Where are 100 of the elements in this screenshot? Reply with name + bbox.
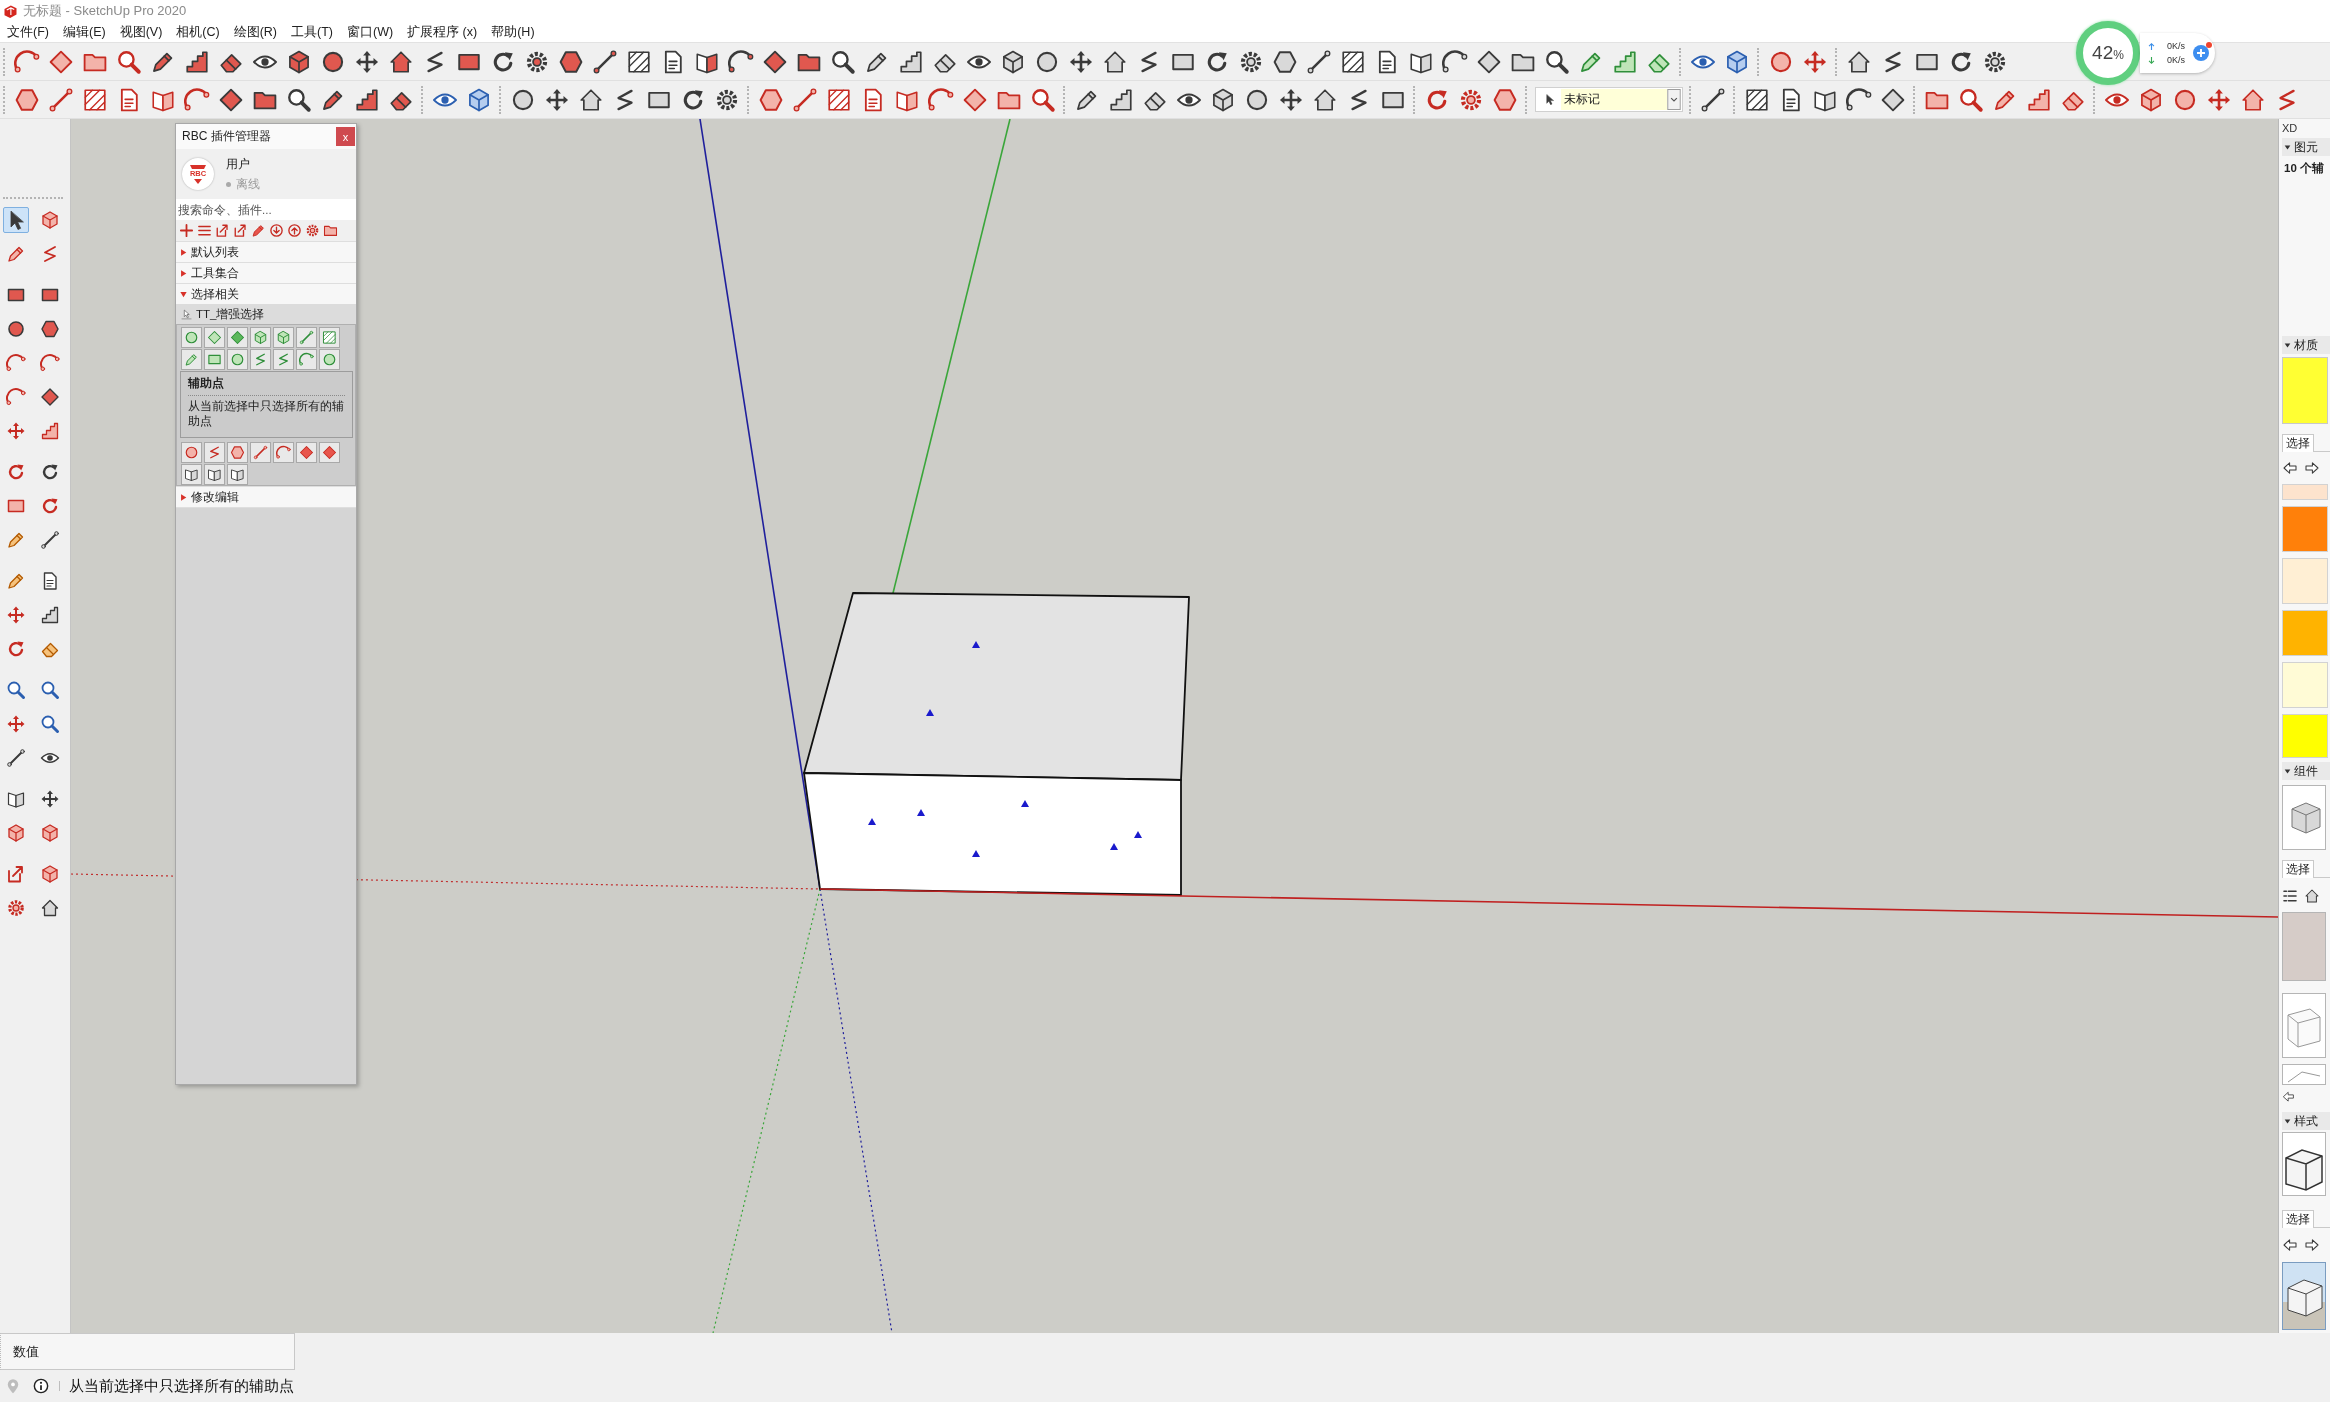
book-icon[interactable]	[204, 464, 225, 485]
right-arrow-icon[interactable]	[2304, 460, 2320, 476]
cube-icon[interactable]	[1210, 86, 1236, 113]
arc-icon[interactable]	[1442, 48, 1468, 75]
line-icon[interactable]	[592, 48, 618, 75]
diamond-icon[interactable]	[218, 86, 244, 113]
tray-section-header[interactable]: 图元	[2282, 138, 2330, 156]
arc-icon[interactable]	[14, 48, 40, 75]
tray-section-header[interactable]: 材质	[2282, 336, 2330, 354]
cube-icon[interactable]	[1000, 48, 1026, 75]
tab[interactable]: 选择	[2282, 1210, 2314, 1228]
box-arrow-icon[interactable]	[215, 223, 230, 238]
category-row[interactable]: 修改编辑	[176, 486, 356, 507]
right-arrow-icon[interactable]	[2304, 1237, 2320, 1253]
box-arrow-icon[interactable]	[233, 223, 248, 238]
stairs-icon[interactable]	[2026, 86, 2052, 113]
color-swatch[interactable]	[2282, 610, 2328, 656]
hatched-square-icon[interactable]	[826, 86, 852, 113]
color-swatch[interactable]	[2282, 662, 2328, 708]
list-icon[interactable]	[197, 223, 212, 238]
line-icon[interactable]	[792, 86, 818, 113]
hexagon-icon[interactable]	[758, 86, 784, 113]
pencil-icon[interactable]	[251, 223, 266, 238]
hexagon-icon[interactable]	[14, 86, 40, 113]
menu-item[interactable]: 窗口(W)	[340, 22, 401, 42]
download-icon[interactable]	[269, 223, 284, 238]
line-icon[interactable]	[1306, 48, 1332, 75]
arc-icon[interactable]	[1846, 86, 1872, 113]
folder-icon[interactable]	[323, 223, 338, 238]
hexagon-icon[interactable]	[1492, 86, 1518, 113]
gear-icon[interactable]	[305, 223, 320, 238]
tag-dropdown[interactable]: 未标记	[1535, 87, 1683, 112]
menu-item[interactable]: 文件(F)	[0, 22, 56, 42]
left-arrow-icon[interactable]	[2282, 460, 2298, 476]
color-swatch[interactable]	[2282, 714, 2328, 758]
diamond-icon[interactable]	[319, 442, 340, 463]
menu-item[interactable]: 扩展程序 (x)	[400, 22, 485, 42]
diamond-icon[interactable]	[296, 442, 317, 463]
hatched-square-icon[interactable]	[1744, 86, 1770, 113]
line-icon[interactable]	[1700, 86, 1726, 113]
plugin-row[interactable]: TT_增强选择	[176, 304, 356, 324]
hatched-square-icon[interactable]	[626, 48, 652, 75]
left-arrow-icon[interactable]	[2282, 1089, 2295, 1103]
magnifier-icon[interactable]	[830, 48, 856, 75]
magnifier-icon[interactable]	[1544, 48, 1570, 75]
menu-item[interactable]: 绘图(R)	[226, 22, 285, 42]
stairs-icon[interactable]	[898, 48, 924, 75]
upload-icon[interactable]	[287, 223, 302, 238]
tray-section-header[interactable]: 组件	[2282, 762, 2330, 780]
close-button[interactable]: x	[336, 127, 355, 146]
diamond-icon[interactable]	[48, 48, 74, 75]
category-row[interactable]: 工具集合	[176, 262, 356, 283]
diamond-icon[interactable]	[1476, 48, 1502, 75]
zigzag-icon[interactable]	[204, 442, 225, 463]
menu-item[interactable]: 相机(C)	[169, 22, 227, 42]
stairs-icon[interactable]	[354, 86, 380, 113]
stairs-icon[interactable]	[184, 48, 210, 75]
color-swatch[interactable]	[2282, 558, 2328, 604]
diamond-icon[interactable]	[762, 48, 788, 75]
house-icon[interactable]	[2304, 888, 2320, 904]
tray-section-header[interactable]: 样式	[2282, 1112, 2330, 1130]
cube-icon[interactable]	[1724, 48, 1750, 75]
hatched-square-icon[interactable]	[1340, 48, 1366, 75]
search-field[interactable]: 搜索命令、插件...	[176, 199, 356, 220]
menu-item[interactable]: 帮助(H)	[484, 22, 542, 42]
menu-item[interactable]: 编辑(E)	[55, 22, 113, 42]
plus-icon[interactable]	[179, 223, 194, 238]
tab[interactable]: 选择	[2282, 434, 2314, 452]
left-arrow-icon[interactable]	[2282, 1237, 2298, 1253]
measurement-field[interactable]: 数值	[0, 1333, 295, 1370]
magnifier-icon[interactable]	[116, 48, 142, 75]
tab[interactable]: 选择	[2282, 860, 2314, 878]
stairs-icon[interactable]	[1108, 86, 1134, 113]
arc-icon[interactable]	[184, 86, 210, 113]
magnifier-icon[interactable]	[286, 86, 312, 113]
hexagon-icon[interactable]	[558, 48, 584, 75]
pointer-icon[interactable]	[3, 207, 29, 233]
plus-circle-icon[interactable]	[2193, 45, 2209, 61]
line-icon[interactable]	[48, 86, 74, 113]
cube-icon[interactable]	[466, 86, 492, 113]
info-icon[interactable]	[33, 1378, 49, 1394]
diamond-icon[interactable]	[962, 86, 988, 113]
list-view-icon[interactable]	[2282, 888, 2298, 904]
diamond-icon[interactable]	[1880, 86, 1906, 113]
caret-icon[interactable]	[1667, 89, 1681, 110]
arc-icon[interactable]	[728, 48, 754, 75]
hexagon-icon[interactable]	[1272, 48, 1298, 75]
book-icon[interactable]	[181, 464, 202, 485]
book-icon[interactable]	[227, 464, 248, 485]
menu-item[interactable]: 视图(V)	[112, 22, 170, 42]
cube-icon[interactable]	[286, 48, 312, 75]
category-row[interactable]: 选择相关	[176, 283, 356, 304]
color-swatch[interactable]	[2282, 484, 2328, 500]
arc-icon[interactable]	[928, 86, 954, 113]
style-preview-icon[interactable]	[2282, 1262, 2326, 1330]
cube-icon[interactable]	[2138, 86, 2164, 113]
color-swatch[interactable]	[2282, 506, 2328, 552]
magnifier-icon[interactable]	[1958, 86, 1984, 113]
hatched-square-icon[interactable]	[82, 86, 108, 113]
arc-icon[interactable]	[273, 442, 294, 463]
